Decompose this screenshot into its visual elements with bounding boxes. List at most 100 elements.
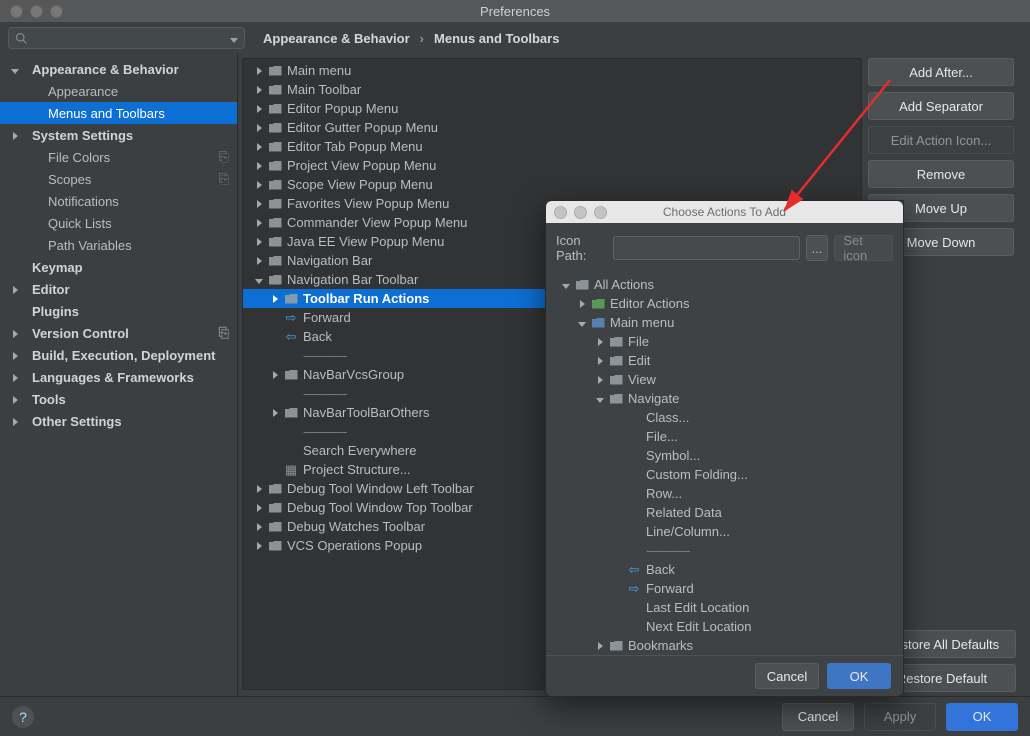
sidebar-item-notifications[interactable]: Notifications bbox=[0, 190, 237, 212]
tree-item-bookmarks[interactable]: Bookmarks bbox=[550, 636, 903, 655]
chevron-right-icon[interactable] bbox=[271, 405, 279, 420]
sidebar[interactable]: Appearance & BehaviorAppearanceMenus and… bbox=[0, 54, 238, 696]
browse-button[interactable]: ... bbox=[806, 235, 829, 261]
tree-item--[interactable]: ------------- bbox=[550, 541, 903, 560]
dialog-cancel-button[interactable]: Cancel bbox=[755, 663, 819, 689]
tree-item-editor-popup-menu[interactable]: Editor Popup Menu bbox=[243, 99, 861, 118]
sidebar-item-build-execution-deployment[interactable]: Build, Execution, Deployment bbox=[0, 344, 237, 366]
tree-item-back[interactable]: ⇦Back bbox=[550, 560, 903, 579]
chevron-right-icon[interactable] bbox=[0, 326, 30, 341]
tree-item-related-data[interactable]: Related Data bbox=[550, 503, 903, 522]
help-button[interactable]: ? bbox=[12, 706, 34, 728]
edit-action-icon-button[interactable]: Edit Action Icon... bbox=[868, 126, 1014, 154]
chevron-down-icon[interactable] bbox=[596, 391, 604, 406]
dialog-ok-button[interactable]: OK bbox=[827, 663, 891, 689]
sidebar-item-appearance[interactable]: Appearance bbox=[0, 80, 237, 102]
tree-item-project-view-popup-menu[interactable]: Project View Popup Menu bbox=[243, 156, 861, 175]
tree-item-editor-gutter-popup-menu[interactable]: Editor Gutter Popup Menu bbox=[243, 118, 861, 137]
tree-item-symbol-[interactable]: Symbol... bbox=[550, 446, 903, 465]
sidebar-item-quick-lists[interactable]: Quick Lists bbox=[0, 212, 237, 234]
apply-button[interactable]: Apply bbox=[864, 703, 936, 731]
chevron-right-icon[interactable] bbox=[0, 128, 30, 143]
sidebar-item-menus-and-toolbars[interactable]: Menus and Toolbars bbox=[0, 102, 237, 124]
tree-item-main-menu[interactable]: Main menu bbox=[243, 61, 861, 80]
chevron-right-icon[interactable] bbox=[0, 282, 30, 297]
sidebar-item-path-variables[interactable]: Path Variables bbox=[0, 234, 237, 256]
sidebar-item-file-colors[interactable]: File Colors⎘ bbox=[0, 146, 237, 168]
tree-item-row-[interactable]: Row... bbox=[550, 484, 903, 503]
tree-item-class-[interactable]: Class... bbox=[550, 408, 903, 427]
chevron-right-icon[interactable] bbox=[0, 414, 30, 429]
chevron-right-icon[interactable] bbox=[255, 519, 263, 534]
actions-tree[interactable]: All ActionsEditor ActionsMain menuFileEd… bbox=[546, 273, 903, 655]
icon-path-input[interactable] bbox=[613, 236, 800, 260]
remove-button[interactable]: Remove bbox=[868, 160, 1014, 188]
sidebar-item-tools[interactable]: Tools bbox=[0, 388, 237, 410]
chevron-right-icon[interactable] bbox=[255, 500, 263, 515]
chevron-right-icon[interactable] bbox=[255, 158, 263, 173]
sidebar-item-other-settings[interactable]: Other Settings bbox=[0, 410, 237, 432]
chevron-right-icon[interactable] bbox=[578, 296, 586, 311]
chevron-down-icon[interactable] bbox=[255, 272, 263, 287]
tree-item-main-menu[interactable]: Main menu bbox=[550, 313, 903, 332]
chevron-right-icon[interactable] bbox=[0, 348, 30, 363]
sidebar-item-editor[interactable]: Editor bbox=[0, 278, 237, 300]
chevron-right-icon[interactable] bbox=[255, 481, 263, 496]
tree-item-editor-actions[interactable]: Editor Actions bbox=[550, 294, 903, 313]
chevron-right-icon[interactable] bbox=[255, 177, 263, 192]
tree-item-forward[interactable]: ⇨Forward bbox=[550, 579, 903, 598]
tree-item-label: Editor Gutter Popup Menu bbox=[287, 120, 438, 135]
tree-item-scope-view-popup-menu[interactable]: Scope View Popup Menu bbox=[243, 175, 861, 194]
add-after-button[interactable]: Add After... bbox=[868, 58, 1014, 86]
chevron-right-icon[interactable] bbox=[255, 82, 263, 97]
sidebar-item-version-control[interactable]: Version Control⎘ bbox=[0, 322, 237, 344]
cancel-button[interactable]: Cancel bbox=[782, 703, 854, 731]
chevron-down-icon[interactable] bbox=[562, 277, 570, 292]
sidebar-item-system-settings[interactable]: System Settings bbox=[0, 124, 237, 146]
chevron-right-icon[interactable] bbox=[271, 291, 279, 306]
tree-item-custom-folding-[interactable]: Custom Folding... bbox=[550, 465, 903, 484]
chevron-right-icon[interactable] bbox=[596, 353, 604, 368]
chevron-right-icon[interactable] bbox=[255, 120, 263, 135]
chevron-right-icon[interactable] bbox=[596, 638, 604, 653]
chevron-right-icon[interactable] bbox=[255, 63, 263, 78]
chevron-right-icon[interactable] bbox=[255, 139, 263, 154]
chevron-down-icon[interactable] bbox=[0, 62, 30, 77]
chevron-right-icon[interactable] bbox=[0, 392, 30, 407]
set-icon-button[interactable]: Set icon bbox=[834, 235, 893, 261]
chevron-right-icon[interactable] bbox=[596, 372, 604, 387]
tree-item-editor-tab-popup-menu[interactable]: Editor Tab Popup Menu bbox=[243, 137, 861, 156]
tree-item-view[interactable]: View bbox=[550, 370, 903, 389]
chevron-right-icon[interactable] bbox=[255, 253, 263, 268]
chevron-right-icon[interactable] bbox=[255, 101, 263, 116]
add-separator-button[interactable]: Add Separator bbox=[868, 92, 1014, 120]
tree-item-line-column-[interactable]: Line/Column... bbox=[550, 522, 903, 541]
tree-item-navigate[interactable]: Navigate bbox=[550, 389, 903, 408]
chevron-right-icon[interactable] bbox=[271, 367, 279, 382]
footer: ? Cancel Apply OK bbox=[0, 696, 1030, 736]
chevron-right-icon[interactable] bbox=[255, 196, 263, 211]
tree-item-edit[interactable]: Edit bbox=[550, 351, 903, 370]
tree-item-main-toolbar[interactable]: Main Toolbar bbox=[243, 80, 861, 99]
chevron-right-icon[interactable] bbox=[255, 234, 263, 249]
ok-button[interactable]: OK bbox=[946, 703, 1018, 731]
chevron-right-icon[interactable] bbox=[255, 215, 263, 230]
chevron-right-icon[interactable] bbox=[255, 538, 263, 553]
tree-item-all-actions[interactable]: All Actions bbox=[550, 275, 903, 294]
chevron-right-icon[interactable] bbox=[596, 334, 604, 349]
dropdown-icon[interactable] bbox=[230, 31, 238, 46]
search-input[interactable] bbox=[8, 27, 245, 49]
breadcrumb-root[interactable]: Appearance & Behavior bbox=[263, 31, 410, 46]
sidebar-item-keymap[interactable]: Keymap bbox=[0, 256, 237, 278]
sidebar-item-plugins[interactable]: Plugins bbox=[0, 300, 237, 322]
tree-item-file[interactable]: File bbox=[550, 332, 903, 351]
tree-item-file-[interactable]: File... bbox=[550, 427, 903, 446]
sidebar-item-scopes[interactable]: Scopes⎘ bbox=[0, 168, 237, 190]
chevron-right-icon[interactable] bbox=[0, 370, 30, 385]
tree-item-last-edit-location[interactable]: Last Edit Location bbox=[550, 598, 903, 617]
ea-icon bbox=[591, 299, 605, 309]
chevron-down-icon[interactable] bbox=[578, 315, 586, 330]
sidebar-item-languages-frameworks[interactable]: Languages & Frameworks bbox=[0, 366, 237, 388]
tree-item-next-edit-location[interactable]: Next Edit Location bbox=[550, 617, 903, 636]
sidebar-item-appearance-behavior[interactable]: Appearance & Behavior bbox=[0, 58, 237, 80]
